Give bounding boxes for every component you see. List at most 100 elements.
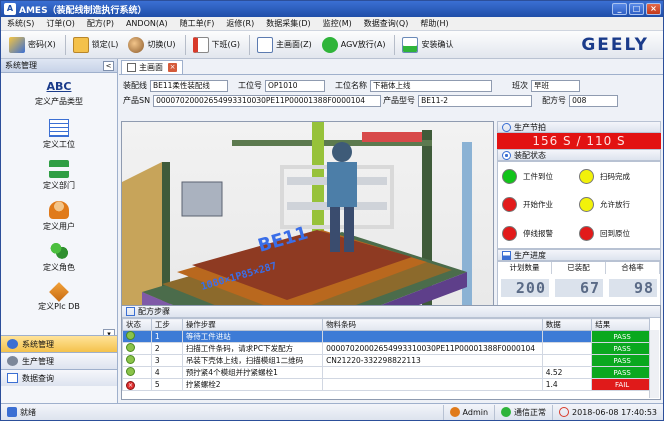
menu-system[interactable]: 系统(S) bbox=[1, 18, 40, 29]
monitor-icon bbox=[257, 36, 273, 53]
arrow-right-icon bbox=[321, 36, 338, 53]
collapse-button[interactable]: < bbox=[103, 60, 114, 71]
password-button[interactable]: 密码(X) bbox=[5, 34, 60, 56]
sidebar-item-department[interactable]: 定义部门 bbox=[1, 155, 117, 196]
recipe-steps-panel: 配方步骤 状态 工步 操作步骤 物料条码 数据 结果 1 等待工件进站 PASS… bbox=[121, 305, 661, 400]
menu-monitor[interactable]: 监控(M) bbox=[317, 18, 358, 29]
menu-andon[interactable]: ANDON(A) bbox=[120, 19, 174, 28]
menu-order[interactable]: 订单(O) bbox=[40, 18, 81, 29]
table-row[interactable]: 1 等待工件进站 PASS bbox=[122, 330, 650, 343]
product-model-field: BE11-2 bbox=[418, 94, 533, 107]
menu-data-collect[interactable]: 数据采集(D) bbox=[260, 18, 316, 29]
status-scan-done: 扫码完成 bbox=[579, 165, 656, 188]
result-badge: PASS bbox=[591, 342, 650, 355]
table-row[interactable]: 4 预拧紧4个模组并拧紧螺栓1 4.52 PASS bbox=[122, 366, 650, 379]
ok-icon bbox=[126, 331, 135, 340]
clock-display: 2018-06-08 17:40:53 bbox=[552, 404, 663, 420]
app-window: A AMES（装配线制造执行系统） _ □ × 系统(S) 订单(O) 配方(P… bbox=[0, 0, 664, 421]
tab-main-screen[interactable]: 主画面 × bbox=[121, 60, 183, 74]
status-part-arrived: 工件到位 bbox=[502, 165, 579, 188]
role-icon bbox=[49, 242, 69, 260]
menu-data-query[interactable]: 数据查询(Q) bbox=[358, 18, 415, 29]
maximize-button[interactable]: □ bbox=[629, 3, 644, 15]
menu-help[interactable]: 帮助(H) bbox=[414, 18, 454, 29]
database-icon bbox=[49, 282, 69, 302]
nav-production-management[interactable]: 生产管理 bbox=[1, 352, 117, 369]
steps-scrollbar[interactable] bbox=[649, 330, 659, 398]
col-material-code[interactable]: 物料条码 bbox=[322, 318, 543, 331]
result-badge: PASS bbox=[591, 354, 650, 367]
minimize-button[interactable]: _ bbox=[612, 3, 627, 15]
lock-button[interactable]: 锁定(L) bbox=[69, 34, 123, 56]
col-status[interactable]: 状态 bbox=[122, 318, 152, 331]
sidebar-item-plc-db[interactable]: 定义Plc DB bbox=[1, 278, 117, 319]
user-switch-icon bbox=[128, 36, 145, 53]
table-row[interactable]: 3 吊装下壳体上线，扫描模组1二维码 CN21220-332298822113 … bbox=[122, 354, 650, 367]
result-badge: PASS bbox=[591, 330, 650, 343]
col-operation[interactable]: 操作步骤 bbox=[181, 318, 324, 331]
sidebar-item-user[interactable]: 定义用户 bbox=[1, 196, 117, 237]
sidebar-item-role[interactable]: 定义角色 bbox=[1, 237, 117, 278]
gear-icon bbox=[7, 339, 18, 349]
status-line-stop-alarm: 停线报警 bbox=[502, 222, 579, 245]
col-step[interactable]: 工步 bbox=[150, 318, 183, 331]
station-field: OP1010 bbox=[265, 79, 325, 92]
chart-icon bbox=[502, 250, 511, 260]
status-start-work: 开始作业 bbox=[502, 193, 579, 216]
list-icon bbox=[126, 307, 135, 316]
check-icon bbox=[402, 36, 419, 53]
fail-icon: × bbox=[126, 380, 135, 390]
col-result[interactable]: 结果 bbox=[591, 318, 650, 331]
product-sn-field: 000070200026549933100З0PE11P00001388F000… bbox=[153, 94, 382, 107]
line-field: BE11柔性装配线 bbox=[150, 79, 228, 92]
table-row[interactable]: × 5 拧紧螺栓2 1.4 FAIL bbox=[122, 378, 650, 391]
list-icon bbox=[49, 119, 69, 137]
result-badge: FAIL bbox=[591, 378, 650, 391]
status-light bbox=[579, 197, 594, 213]
pen-icon bbox=[9, 36, 25, 53]
assembled-count: 67 bbox=[555, 279, 603, 297]
table-row[interactable]: 2 扫描工件条码，请求PC下发配方 000070200026549933100З… bbox=[122, 342, 650, 355]
tab-close-icon[interactable]: × bbox=[168, 63, 177, 72]
clock-icon bbox=[502, 122, 511, 132]
switch-user-button[interactable]: 切换(U) bbox=[124, 34, 179, 56]
shift-field: 早班 bbox=[531, 79, 580, 92]
user-icon bbox=[449, 407, 460, 417]
notepad-icon bbox=[72, 36, 89, 53]
logoff-icon bbox=[192, 36, 209, 53]
menu-worksheet[interactable]: 随工单(F) bbox=[174, 18, 221, 29]
ready-icon bbox=[7, 407, 17, 417]
toolbar: 密码(X) 锁定(L) 切换(U) 下班(G) 主画面(Z) AGV放行(A) … bbox=[1, 31, 663, 59]
close-button[interactable]: × bbox=[646, 3, 661, 15]
assembly-status-grid: 工件到位 扫码完成 开始作业 允许放行 停线报警 回到原位 bbox=[497, 161, 661, 249]
logoff-button[interactable]: 下班(G) bbox=[189, 34, 244, 56]
station-name-field: 下箱体上线 bbox=[370, 79, 492, 92]
menu-repair[interactable]: 返修(R) bbox=[220, 18, 260, 29]
sidebar-item-product-type[interactable]: ABC 定义产品类型 bbox=[1, 73, 117, 114]
menu-bar: 系统(S) 订单(O) 配方(P) ANDON(A) 随工单(F) 返修(R) … bbox=[1, 17, 663, 31]
menu-recipe[interactable]: 配方(P) bbox=[81, 18, 120, 29]
status-light bbox=[579, 225, 594, 241]
pass-rate: 98 bbox=[609, 279, 657, 297]
product-info: 装配线 BE11柔性装配线 工位号 OP1010 工位名称 下箱体上线 班次 早… bbox=[123, 79, 659, 109]
app-logo-icon: A bbox=[4, 3, 16, 15]
title-bar: A AMES（装配线制造执行系统） _ □ × bbox=[1, 1, 663, 17]
agv-release-button[interactable]: AGV放行(A) bbox=[318, 34, 390, 56]
main-area: 主画面 × 装配线 BE11柔性装配线 工位号 OP1010 工位名称 下箱体上… bbox=[119, 59, 663, 403]
clock-icon bbox=[559, 407, 570, 417]
communication-status: 通信正常 bbox=[494, 404, 552, 420]
nav-system-management[interactable]: 系统管理 bbox=[1, 335, 117, 352]
main-screen-button[interactable]: 主画面(Z) bbox=[253, 34, 316, 56]
connection-icon bbox=[501, 407, 512, 417]
nav-data-query[interactable]: 数据查询 bbox=[1, 369, 117, 386]
production-progress: 计划数量 已装配 合格率 200 67 98 bbox=[497, 261, 661, 307]
install-confirm-button[interactable]: 安装确认 bbox=[398, 34, 457, 56]
cog-icon bbox=[7, 356, 18, 366]
user-icon bbox=[49, 201, 69, 219]
col-data[interactable]: 数据 bbox=[541, 318, 593, 331]
table-icon bbox=[7, 373, 18, 383]
sidebar-item-station[interactable]: 定义工位 bbox=[1, 114, 117, 155]
abc-icon: ABC bbox=[46, 80, 72, 93]
ok-icon bbox=[126, 367, 135, 376]
sidebar-header: 系统管理 < bbox=[1, 59, 117, 73]
